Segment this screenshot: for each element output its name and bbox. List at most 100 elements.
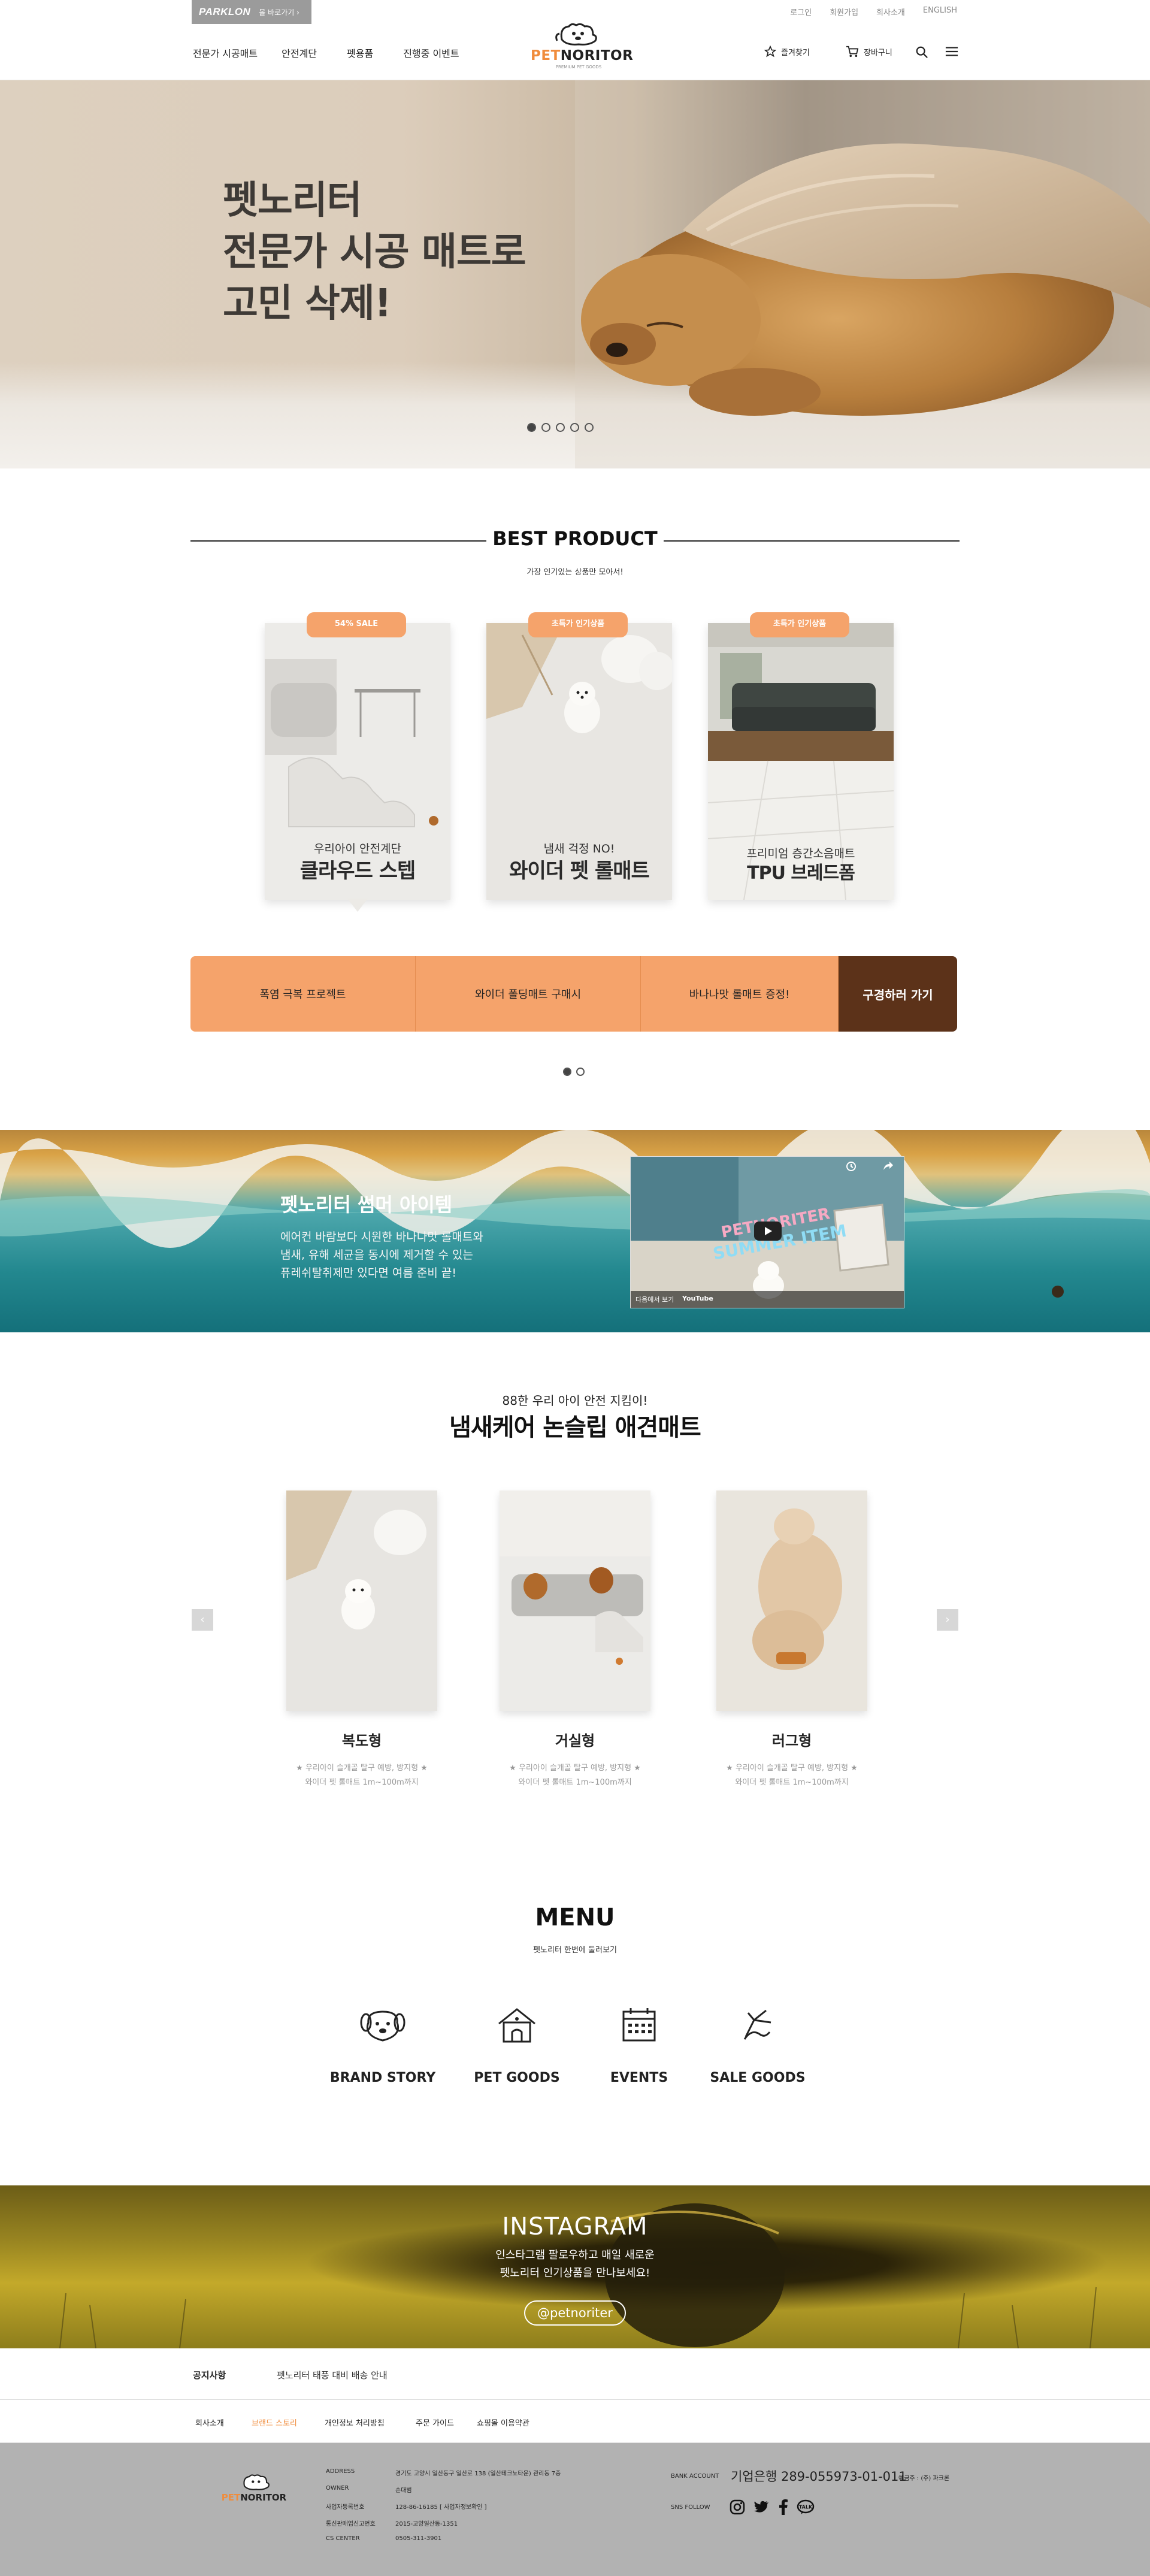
- summer-item-banner: 펫노리터 썸머 아이템 에어컨 바람보다 시원한 바나나맛 롤매트와 냄새, 유…: [0, 1130, 1150, 1332]
- mat-title: 냄새케어 논슬립 애견매트: [449, 1414, 701, 1441]
- footer-link-order-guide[interactable]: 주문 가이드: [416, 2417, 454, 2428]
- menu-icon[interactable]: [945, 46, 958, 58]
- login-link[interactable]: 로그인: [790, 6, 812, 17]
- dog-logo-icon: [555, 23, 597, 46]
- footer-link-terms[interactable]: 쇼핑몰 이용약관: [477, 2417, 529, 2428]
- promo-tab-bar: 폭염 극복 프로젝트 와이더 폴딩매트 구매시 바나나맛 롤매트 증정! 구경하…: [190, 956, 957, 1032]
- brand-logo[interactable]: PETNORITOR PREMIUM PET GOODS: [531, 22, 633, 71]
- product-name: TPU 브레드폼: [747, 863, 855, 884]
- hero-dot-5[interactable]: [585, 423, 594, 432]
- product-name: 와이더 펫 롤매트: [509, 859, 650, 883]
- biz-number-label: 사업자등록번호: [326, 2504, 365, 2511]
- sale-tag-icon: [743, 2009, 771, 2040]
- instagram-title: INSTAGRAM: [502, 2213, 648, 2241]
- product-card-cloud-step[interactable]: 우리아이 안전계단 클라우드 스텝: [265, 623, 450, 900]
- hero-dot-3[interactable]: [556, 423, 565, 432]
- tab-folding-mat-purchase[interactable]: 와이더 폴딩매트 구매시: [416, 956, 641, 1032]
- best-pagination: [563, 1068, 585, 1076]
- search-icon[interactable]: [915, 46, 928, 59]
- owner-value: 손대범: [395, 2487, 412, 2494]
- menu-label-brand-story: BRAND STORY: [329, 2070, 436, 2085]
- summer-title: 펫노리터 썸머 아이템: [280, 1193, 453, 1216]
- site-footer: PETNORITOR ADDRESS 경기도 고양시 일산동구 일산로 138 …: [0, 2443, 1150, 2576]
- instagram-follow-button[interactable]: @petnoriter: [524, 2300, 626, 2326]
- best-dot-1[interactable]: [563, 1068, 571, 1076]
- nav-item-stairs[interactable]: 안전계단: [282, 46, 317, 60]
- best-product-title: BEST PRODUCT: [492, 527, 658, 550]
- cs-center-value: 0505-311-3901: [395, 2535, 442, 2542]
- instagram-banner: INSTAGRAM 인스타그램 팔로우하고 매일 새로운 펫노리터 인기상품을 …: [0, 2185, 1150, 2348]
- brand-tagline: PREMIUM PET GOODS: [555, 65, 602, 69]
- bank-account: 기업은행 289-055973-01-011: [731, 2469, 907, 2484]
- notice-item[interactable]: 펫노리터 태풍 대비 배송 안내: [277, 2369, 388, 2381]
- go-shopping-button[interactable]: 구경하러 가기: [839, 956, 957, 1032]
- company-link[interactable]: 회사소개: [876, 6, 905, 17]
- nav-item-pro-mat[interactable]: 전문가 시공매트: [193, 46, 258, 60]
- mat-name-living-room: 거실형: [555, 1733, 595, 1749]
- menu-subtitle: 펫노리터 한번에 둘러보기: [533, 1946, 617, 1955]
- address-value: 경기도 고양시 일산동구 일산로 138 (일산테크노타운) 관리동 7층: [395, 2471, 561, 2477]
- hero-dot-2[interactable]: [541, 423, 550, 432]
- hero-headline: 펫노리터 전문가 시공 매트로 고민 삭제!: [223, 179, 526, 326]
- hero-banner[interactable]: 펫노리터 전문가 시공 매트로 고민 삭제!: [0, 80, 1150, 468]
- footer-link-brand-story[interactable]: 브랜드 스토리: [252, 2417, 297, 2428]
- favorites-button[interactable]: 즐겨찾기: [764, 46, 810, 58]
- mat-desc-hallway: ★ 우리아이 슬개골 탈구 예방, 방지형 ★ 와이더 펫 롤매트 1m~100m…: [296, 1764, 428, 1787]
- tab-heatwave-project[interactable]: 폭염 극복 프로젝트: [190, 956, 416, 1032]
- kakao-talk-icon[interactable]: TALK: [797, 2499, 815, 2515]
- best-dot-2[interactable]: [576, 1068, 585, 1076]
- product-card-tpu-bread-foam[interactable]: 프리미엄 층간소음매트 TPU 브레드폼: [708, 623, 894, 900]
- menu-pet-goods[interactable]: PET GOODS: [460, 2004, 574, 2094]
- parklon-logo: PARKLON: [199, 6, 251, 17]
- mat-prev-button[interactable]: ‹: [192, 1609, 213, 1631]
- mat-subtitle: 88한 우리 아이 안전 지킴이!: [502, 1393, 648, 1408]
- watch-on-label[interactable]: 다음에서 보기: [635, 1295, 674, 1304]
- site-header: PARKLON 몰 바로가기 › 로그인 회원가입 회사소개 ENGLISH 전…: [0, 0, 1150, 80]
- product-card-wider-roll-mat[interactable]: 냄새 걱정 NO! 와이더 펫 롤매트: [486, 623, 672, 900]
- mat-card-hallway[interactable]: [286, 1490, 437, 1711]
- menu-label-events: EVENTS: [610, 2070, 668, 2085]
- tab-banana-mat-gift[interactable]: 바나나맛 롤매트 증정!: [641, 956, 839, 1032]
- mat-card-rug[interactable]: [716, 1490, 867, 1711]
- hallway-mat-photo: [286, 1490, 437, 1711]
- share-icon[interactable]: [882, 1162, 893, 1171]
- facebook-icon[interactable]: [777, 2499, 788, 2515]
- nav-item-events[interactable]: 진행중 이벤트: [403, 46, 459, 60]
- clock-icon[interactable]: [846, 1162, 856, 1171]
- cart-button[interactable]: 장바구니: [846, 46, 892, 58]
- youtube-logo: YouTube: [682, 1295, 713, 1302]
- notice-bar: 공지사항 펫노리터 태풍 대비 배송 안내: [0, 2348, 1150, 2400]
- living-room-mat-photo: [500, 1490, 650, 1711]
- menu-brand-story[interactable]: BRAND STORY: [326, 2004, 440, 2094]
- svg-text:TALK: TALK: [799, 2505, 813, 2510]
- hero-dot-4[interactable]: [570, 423, 579, 432]
- sns-label: SNS FOLLOW: [671, 2504, 710, 2511]
- summer-video-player[interactable]: PETNORITER SUMMER ITEM 다음에서 보기 YouTube: [630, 1156, 904, 1308]
- english-link[interactable]: ENGLISH: [923, 6, 957, 17]
- address-label: ADDRESS: [326, 2468, 355, 2475]
- menu-sale-goods[interactable]: SALE GOODS: [701, 2004, 815, 2094]
- menu-events[interactable]: EVENTS: [582, 2004, 696, 2094]
- instagram-icon[interactable]: [730, 2499, 745, 2515]
- youtube-play-icon[interactable]: [754, 1222, 782, 1241]
- bank-label: BANK ACCOUNT: [671, 2473, 719, 2480]
- mat-card-living-room[interactable]: [500, 1490, 650, 1711]
- biz-number-value[interactable]: 128-86-16185 [ 사업자정보확인 ]: [395, 2502, 487, 2511]
- main-nav: 전문가 시공매트 안전계단 펫용품 진행중 이벤트: [193, 46, 459, 60]
- footer-link-privacy[interactable]: 개인정보 처리방침: [325, 2417, 385, 2428]
- parklon-mall-link[interactable]: PARKLON 몰 바로가기 ›: [192, 0, 311, 24]
- calendar-icon: [622, 2008, 656, 2042]
- nav-item-pet-goods[interactable]: 펫용품: [347, 46, 373, 60]
- hero-dot-1[interactable]: [527, 423, 536, 432]
- twitter-icon[interactable]: [753, 2501, 769, 2514]
- title-rule-left: [190, 540, 486, 542]
- footer-link-company[interactable]: 회사소개: [195, 2417, 224, 2428]
- mat-desc-living-room: ★ 우리아이 슬개골 탈구 예방, 방지형 ★ 와이더 펫 롤매트 1m~100m…: [509, 1764, 641, 1787]
- mat-next-button[interactable]: ›: [937, 1609, 958, 1631]
- top-links: 로그인 회원가입 회사소개 ENGLISH: [790, 6, 957, 17]
- cart-icon: [846, 46, 859, 58]
- mat-name-rug: 러그형: [771, 1733, 812, 1749]
- card-pointer-icon: [347, 899, 368, 912]
- rug-mat-photo: [716, 1490, 867, 1711]
- join-link[interactable]: 회원가입: [830, 6, 858, 17]
